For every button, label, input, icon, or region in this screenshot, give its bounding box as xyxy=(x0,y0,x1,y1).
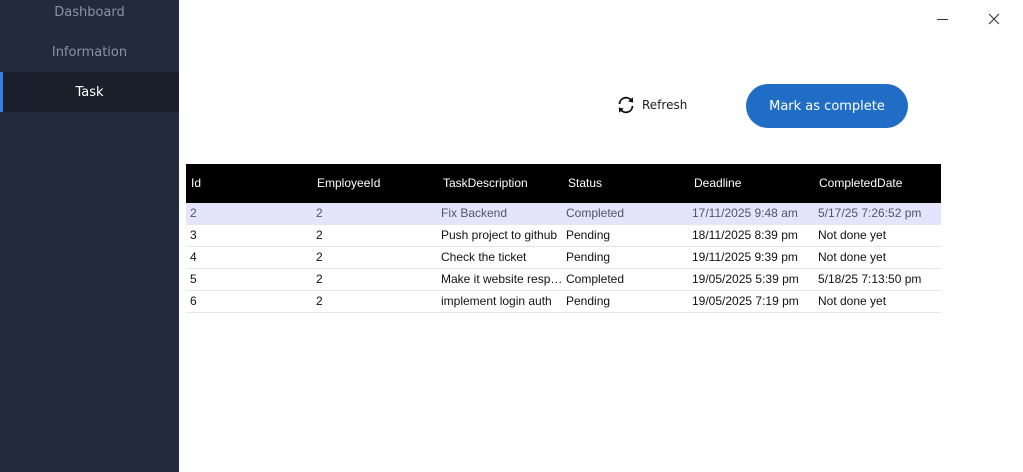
minimize-icon xyxy=(937,19,948,20)
column-header-deadline[interactable]: Deadline xyxy=(694,164,814,203)
table-row[interactable]: 5 2 Make it website respon... Completed … xyxy=(186,269,941,291)
cell-employeeid: 2 xyxy=(316,250,323,264)
cell-id: 3 xyxy=(190,228,197,242)
cell-taskdescription: Make it website respon... xyxy=(441,272,563,286)
cell-taskdescription: Check the ticket xyxy=(441,250,527,264)
cell-id: 2 xyxy=(190,206,197,220)
active-indicator xyxy=(0,72,3,112)
cell-id: 6 xyxy=(190,294,197,308)
close-button[interactable] xyxy=(983,8,1005,30)
cell-deadline: 17/11/2025 9:48 am xyxy=(692,206,798,220)
refresh-icon xyxy=(618,96,634,114)
cell-employeeid: 2 xyxy=(316,294,323,308)
cell-id: 5 xyxy=(190,272,197,286)
cell-completeddate: Not done yet xyxy=(818,250,887,264)
cell-deadline: 18/11/2025 8:39 pm xyxy=(692,228,798,242)
table-row[interactable]: 4 2 Check the ticket Pending 19/11/2025 … xyxy=(186,247,941,269)
cell-employeeid: 2 xyxy=(316,228,323,242)
refresh-label: Refresh xyxy=(642,98,688,112)
task-grid: Id EmployeeId TaskDescription Status Dea… xyxy=(186,164,941,313)
refresh-button[interactable]: Refresh xyxy=(614,92,687,118)
cell-status: Pending xyxy=(566,228,611,242)
cell-deadline: 19/05/2025 7:19 pm xyxy=(692,294,799,308)
cell-deadline: 19/11/2025 9:39 pm xyxy=(692,250,798,264)
cell-employeeid: 2 xyxy=(316,272,323,286)
cell-employeeid: 2 xyxy=(316,206,323,220)
sidebar-item-label: Task xyxy=(75,84,104,100)
close-icon xyxy=(988,13,1000,25)
column-header-status[interactable]: Status xyxy=(568,164,690,203)
sidebar-item-task[interactable]: Task xyxy=(0,72,179,112)
cell-completeddate: Not done yet xyxy=(818,294,887,308)
column-header-id[interactable]: Id xyxy=(191,164,311,203)
cell-status: Completed xyxy=(566,272,625,286)
column-header-completeddate[interactable]: CompletedDate xyxy=(819,164,941,203)
sidebar-item-information[interactable]: Information xyxy=(0,32,179,72)
cell-id: 4 xyxy=(190,250,197,264)
sidebar-item-dashboard[interactable]: Dashboard xyxy=(0,0,179,32)
sidebar: Dashboard Information Task xyxy=(0,0,179,472)
cell-completeddate: 5/18/25 7:13:50 pm xyxy=(818,272,922,286)
cell-taskdescription: implement login auth xyxy=(441,294,552,308)
cell-status: Completed xyxy=(566,206,625,220)
cell-status: Pending xyxy=(566,250,611,264)
cell-taskdescription: Fix Backend xyxy=(441,206,508,220)
grid-header: Id EmployeeId TaskDescription Status Dea… xyxy=(186,164,941,203)
table-row[interactable]: 6 2 implement login auth Pending 19/05/2… xyxy=(186,291,941,313)
table-row[interactable]: 2 2 Fix Backend Completed 17/11/2025 9:4… xyxy=(186,203,941,225)
cell-taskdescription: Push project to github xyxy=(441,228,558,242)
table-row[interactable]: 3 2 Push project to github Pending 18/11… xyxy=(186,225,941,247)
column-header-employeeid[interactable]: EmployeeId xyxy=(317,164,437,203)
cell-completeddate: Not done yet xyxy=(818,228,887,242)
sidebar-item-label: Information xyxy=(51,44,128,60)
column-header-taskdescription[interactable]: TaskDescription xyxy=(443,164,565,203)
mark-as-complete-button[interactable]: Mark as complete xyxy=(746,84,908,128)
cell-completeddate: 5/17/25 7:26:52 pm xyxy=(818,206,922,220)
minimize-button[interactable] xyxy=(932,8,954,30)
cell-status: Pending xyxy=(566,294,611,308)
cell-deadline: 19/05/2025 5:39 pm xyxy=(692,272,799,286)
sidebar-item-label: Dashboard xyxy=(54,4,125,20)
